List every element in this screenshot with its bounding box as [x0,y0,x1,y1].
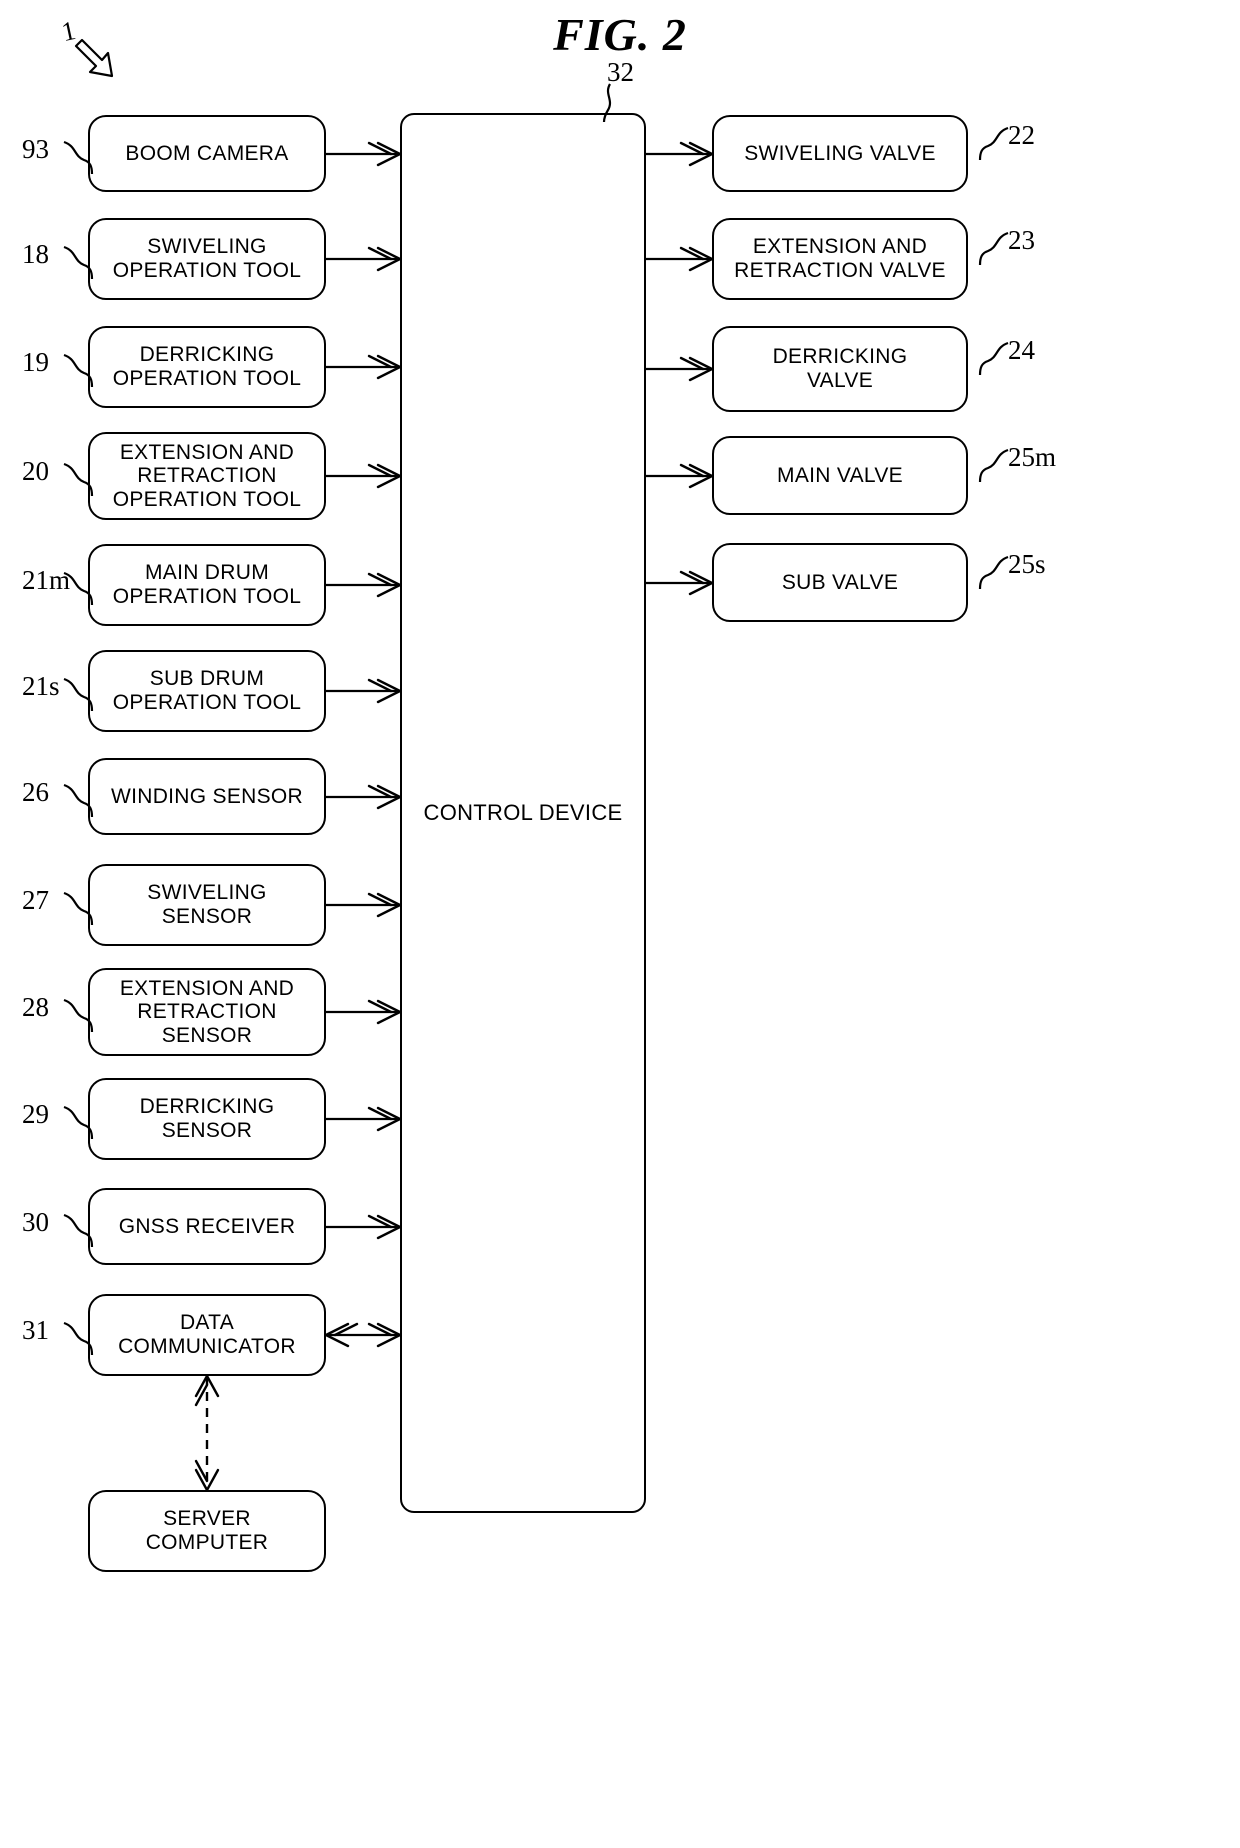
input-ref-27: 27 [22,885,49,915]
output-ref-24: 24 [1008,335,1035,365]
input-ref-21m: 21m [22,565,71,595]
input-box-19[interactable]: DERRICKING OPERATION TOOL [88,326,326,408]
output-box-25s[interactable]: SUB VALVE [712,543,968,622]
input-box-30[interactable]: GNSS RECEIVER [88,1188,326,1265]
input-box-18[interactable]: SWIVELING OPERATION TOOL [88,218,326,300]
output-ref-23: 23 [1008,225,1035,255]
input-ref-18: 18 [22,239,49,269]
figure-title: FIG. 2 [553,9,687,60]
input-box-29[interactable]: DERRICKING SENSOR [88,1078,326,1160]
input-box-93[interactable]: BOOM CAMERA [88,115,326,192]
input-box-26[interactable]: WINDING SENSOR [88,758,326,835]
input-ref-31: 31 [22,1315,49,1345]
input-ref-26: 26 [22,776,49,807]
input-ref-19: 19 [22,347,49,377]
input-ref-30: 30 [22,1206,49,1237]
input-box-21s[interactable]: SUB DRUM OPERATION TOOL [88,650,326,732]
input-box-31[interactable]: DATA COMMUNICATOR [88,1294,326,1376]
server-computer-box[interactable]: SERVER COMPUTER [88,1490,326,1572]
input-box-20[interactable]: EXTENSION AND RETRACTION OPERATION TOOL [88,432,326,520]
patent-figure: FIG. 2 1 CONTROL DEVICE 32 BOOM CAMERA 93… [0,0,1240,1848]
output-box-25m[interactable]: MAIN VALVE [712,436,968,515]
output-ref-25s: 25s [1008,548,1046,579]
control-device-box[interactable]: CONTROL DEVICE [400,113,646,1513]
output-ref-25m: 25m [1008,441,1057,472]
communicator-server-link-arrow [194,1374,220,1492]
input-ref-93: 93 [22,133,49,164]
output-box-24[interactable]: DERRICKING VALVE [712,326,968,412]
input-box-21m[interactable]: MAIN DRUM OPERATION TOOL [88,544,326,626]
input-ref-29: 29 [22,1099,49,1129]
input-ref-21s: 21s [22,671,60,701]
output-box-23[interactable]: EXTENSION AND RETRACTION VALVE [712,218,968,300]
control-device-ref: 32 [607,57,634,87]
input-box-27[interactable]: SWIVELING SENSOR [88,864,326,946]
output-ref-22: 22 [1008,119,1035,150]
input-ref-20: 20 [22,456,49,486]
input-box-28[interactable]: EXTENSION AND RETRACTION SENSOR [88,968,326,1056]
output-box-22[interactable]: SWIVELING VALVE [712,115,968,192]
input-ref-28: 28 [22,992,49,1022]
